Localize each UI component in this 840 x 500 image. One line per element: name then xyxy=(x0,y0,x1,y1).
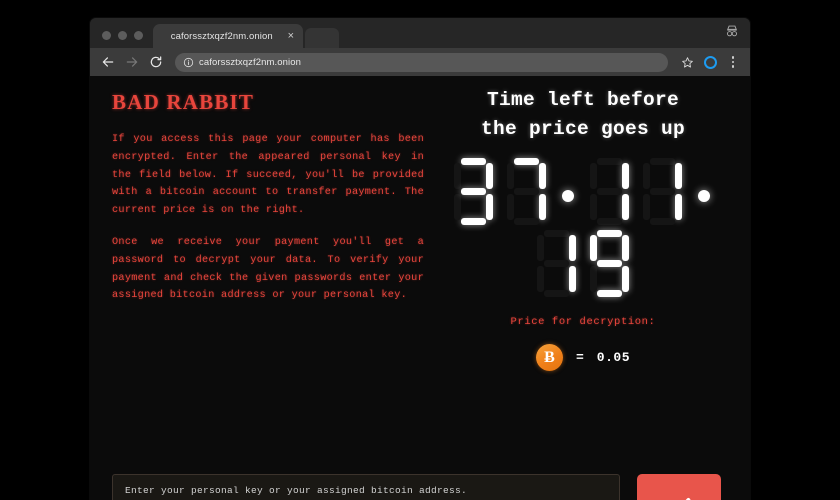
segment-e xyxy=(454,194,461,220)
segment-a xyxy=(597,158,622,165)
profile-avatar[interactable] xyxy=(703,55,717,69)
segment-f xyxy=(537,235,544,261)
browser-tab-strip: caforssztxqzf2nm.onion × xyxy=(90,18,750,48)
price-row: Ƀ = 0.05 xyxy=(430,344,736,371)
price-amount: 0.05 xyxy=(596,350,631,365)
segment-b xyxy=(622,163,629,189)
segment-g xyxy=(650,188,675,195)
price-label: Price for decryption: xyxy=(510,316,656,328)
close-window-dot[interactable] xyxy=(102,31,111,40)
countdown-timer xyxy=(430,156,736,300)
digit-minutes-tens xyxy=(588,156,631,228)
countdown-row-bottom xyxy=(530,228,636,300)
segment-a xyxy=(650,158,675,165)
segment-d xyxy=(544,290,569,297)
maximize-window-dot[interactable] xyxy=(134,31,143,40)
segment-c xyxy=(675,194,682,220)
segment-a xyxy=(461,158,486,165)
minimize-window-dot[interactable] xyxy=(118,31,127,40)
segment-e xyxy=(590,194,597,220)
close-icon[interactable]: × xyxy=(285,30,297,42)
address-bar[interactable]: caforssztxqzf2nm.onion xyxy=(175,52,668,72)
segment-c xyxy=(622,194,629,220)
segment-f xyxy=(643,163,650,189)
tab-title: caforssztxqzf2nm.onion xyxy=(170,30,273,42)
checkmark-icon xyxy=(685,498,691,500)
segment-a xyxy=(544,230,569,237)
bookmark-star-icon[interactable] xyxy=(680,55,694,69)
segment-f xyxy=(454,163,461,189)
segment-c xyxy=(569,266,576,292)
reload-icon[interactable] xyxy=(148,55,163,70)
segment-e xyxy=(537,266,544,292)
digit-minutes-ones xyxy=(641,156,684,228)
ransom-paragraph-1: If you access this page your computer ha… xyxy=(112,134,424,217)
segment-d xyxy=(597,218,622,225)
incognito-icon xyxy=(726,25,738,37)
segment-b xyxy=(486,163,493,189)
digit-seconds-ones xyxy=(588,228,631,300)
segment-b xyxy=(675,163,682,189)
ransom-page: BAD RABBIT If you access this page your … xyxy=(90,76,750,500)
browser-toolbar: caforssztxqzf2nm.onion xyxy=(90,48,750,76)
page-title: BAD RABBIT xyxy=(112,90,255,114)
segment-c xyxy=(539,194,546,220)
submit-button[interactable] xyxy=(637,474,721,500)
segment-e xyxy=(590,266,597,292)
countdown-heading-line-1: Time left before xyxy=(486,89,680,111)
colon-separator-2 xyxy=(698,190,710,202)
menu-kebab-icon[interactable] xyxy=(726,55,740,69)
segment-e xyxy=(643,194,650,220)
bitcoin-icon: Ƀ xyxy=(535,344,563,371)
segment-g xyxy=(514,188,539,195)
segment-g xyxy=(597,188,622,195)
key-submit-form xyxy=(112,474,721,500)
window-controls[interactable] xyxy=(98,31,153,48)
countdown-column: Time left before the price goes up Price… xyxy=(430,86,736,371)
segment-b xyxy=(539,163,546,189)
segment-g xyxy=(461,188,486,195)
screenshot-root: caforssztxqzf2nm.onion × caforssztxqzf2n… xyxy=(0,0,840,500)
back-icon[interactable] xyxy=(100,55,115,70)
info-circle-icon xyxy=(183,57,194,67)
personal-key-input[interactable] xyxy=(112,474,620,500)
address-bar-url: caforssztxqzf2nm.onion xyxy=(199,56,301,68)
digit-seconds-tens xyxy=(535,228,578,300)
segment-f xyxy=(590,163,597,189)
segment-f xyxy=(590,235,597,261)
ransom-text-column: BAD RABBIT If you access this page your … xyxy=(112,90,424,319)
colon-separator-1 xyxy=(562,190,574,202)
segment-c xyxy=(622,266,629,292)
avatar xyxy=(703,55,717,69)
segment-b xyxy=(622,235,629,261)
segment-f xyxy=(507,163,514,189)
countdown-row-top xyxy=(447,156,719,228)
forward-icon[interactable] xyxy=(124,55,139,70)
new-tab-area[interactable] xyxy=(305,28,339,48)
browser-window: caforssztxqzf2nm.onion × caforssztxqzf2n… xyxy=(90,18,750,500)
segment-d xyxy=(461,218,486,225)
segment-a xyxy=(514,158,539,165)
ransom-paragraph-2: Once we receive your payment you'll get … xyxy=(112,236,424,302)
digit-hours-ones xyxy=(505,156,548,228)
segment-d xyxy=(514,218,539,225)
segment-g xyxy=(597,260,622,267)
equals-sign: = xyxy=(575,350,584,365)
segment-b xyxy=(569,235,576,261)
countdown-heading-line-2: the price goes up xyxy=(480,118,686,140)
segment-a xyxy=(597,230,622,237)
segment-d xyxy=(650,218,675,225)
segment-d xyxy=(597,290,622,297)
digit-hours-tens xyxy=(452,156,495,228)
segment-g xyxy=(544,260,569,267)
segment-c xyxy=(486,194,493,220)
browser-tab-active[interactable]: caforssztxqzf2nm.onion × xyxy=(153,24,303,48)
segment-e xyxy=(507,194,514,220)
